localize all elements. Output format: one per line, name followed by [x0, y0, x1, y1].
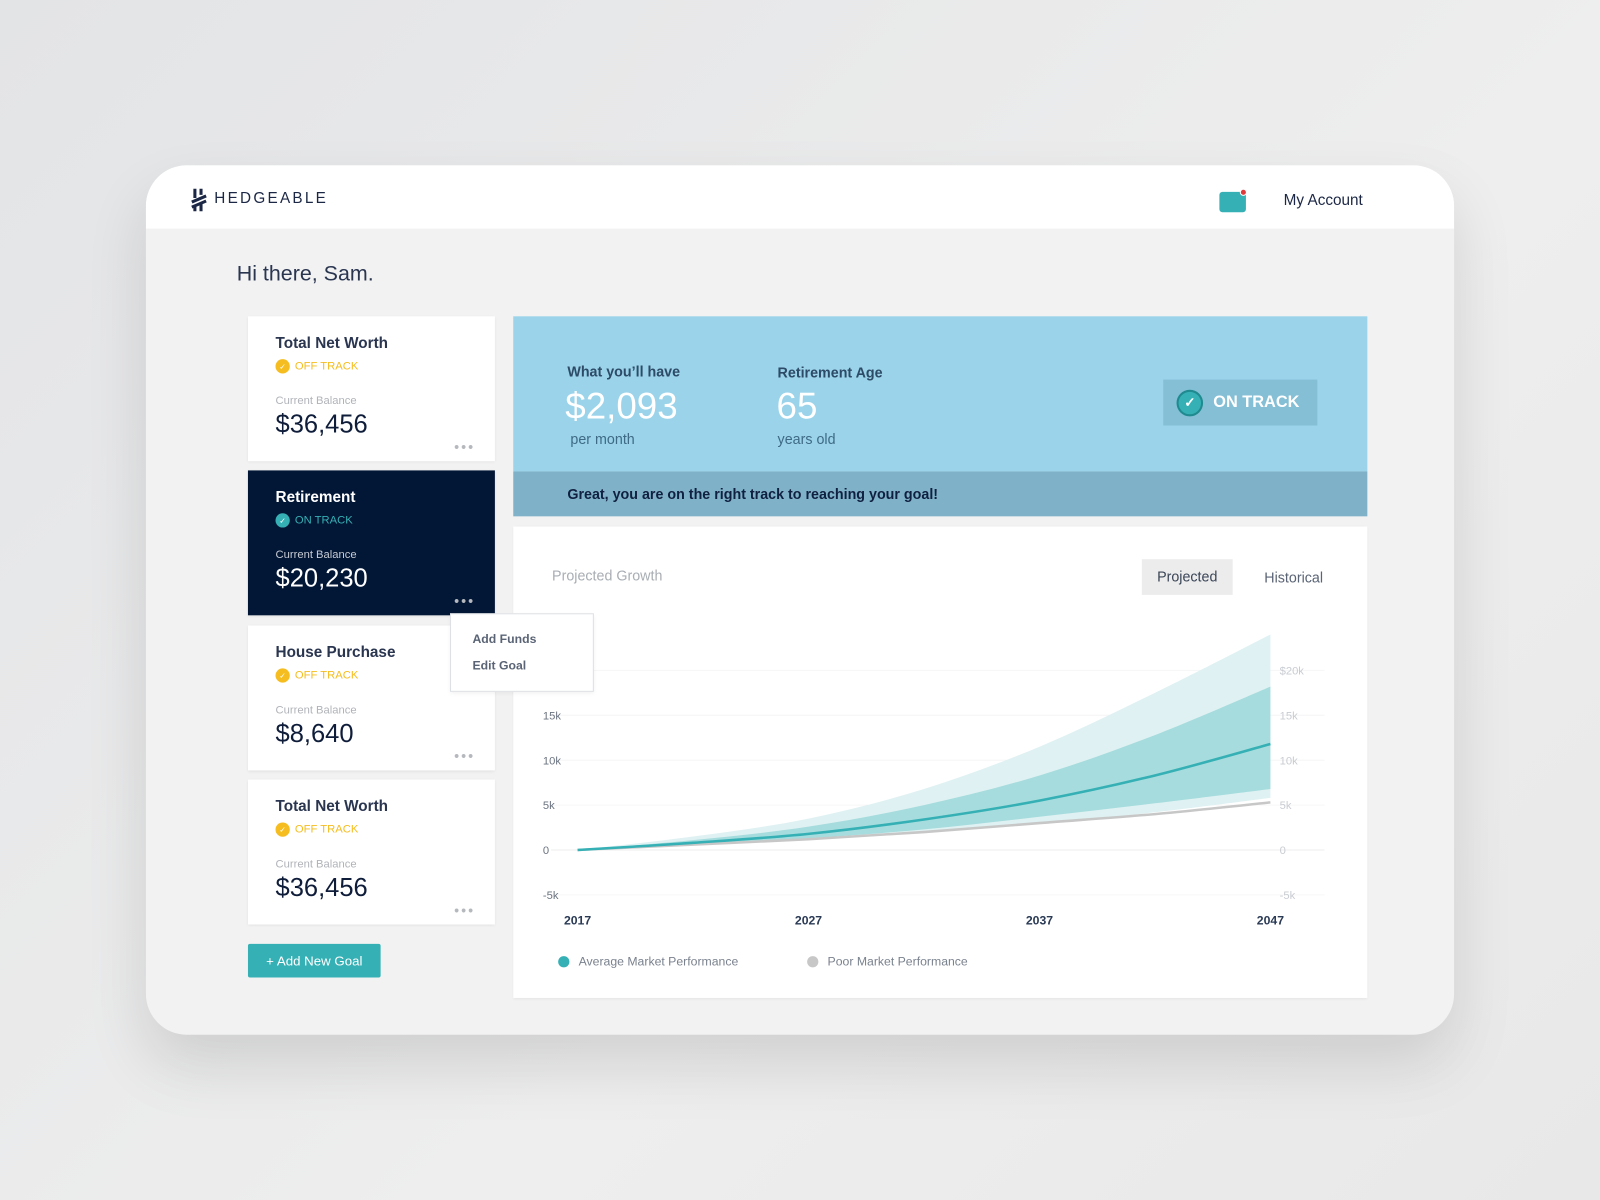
y-tick-right: $20k: [1280, 665, 1305, 677]
goal-options-menu: Add Funds Edit Goal: [450, 613, 594, 692]
x-tick: 2027: [795, 913, 822, 927]
y-tick-right: -5k: [1280, 890, 1296, 902]
y-tick-left: -5k: [543, 890, 559, 902]
y-tick-left: 0: [543, 845, 549, 857]
y-tick-right: 0: [1280, 845, 1286, 857]
menu-item-edit-goal[interactable]: Edit Goal: [472, 658, 526, 672]
menu-item-add-funds[interactable]: Add Funds: [472, 632, 536, 646]
y-tick-left: 5k: [543, 800, 555, 812]
projection-chart: -5k 0 5k 10k 15k -5k 0 5k 10k 15k $20k 2017 2027 2037…: [543, 634, 1325, 927]
x-tick: 2017: [564, 913, 591, 927]
y-tick-left: 10k: [543, 755, 561, 767]
y-tick-right: 5k: [1280, 800, 1292, 812]
y-tick-right: 15k: [1280, 710, 1298, 722]
x-tick: 2037: [1026, 913, 1053, 927]
y-tick-left: 15k: [543, 710, 561, 722]
y-tick-right: 10k: [1280, 755, 1298, 767]
x-tick: 2047: [1257, 913, 1284, 927]
